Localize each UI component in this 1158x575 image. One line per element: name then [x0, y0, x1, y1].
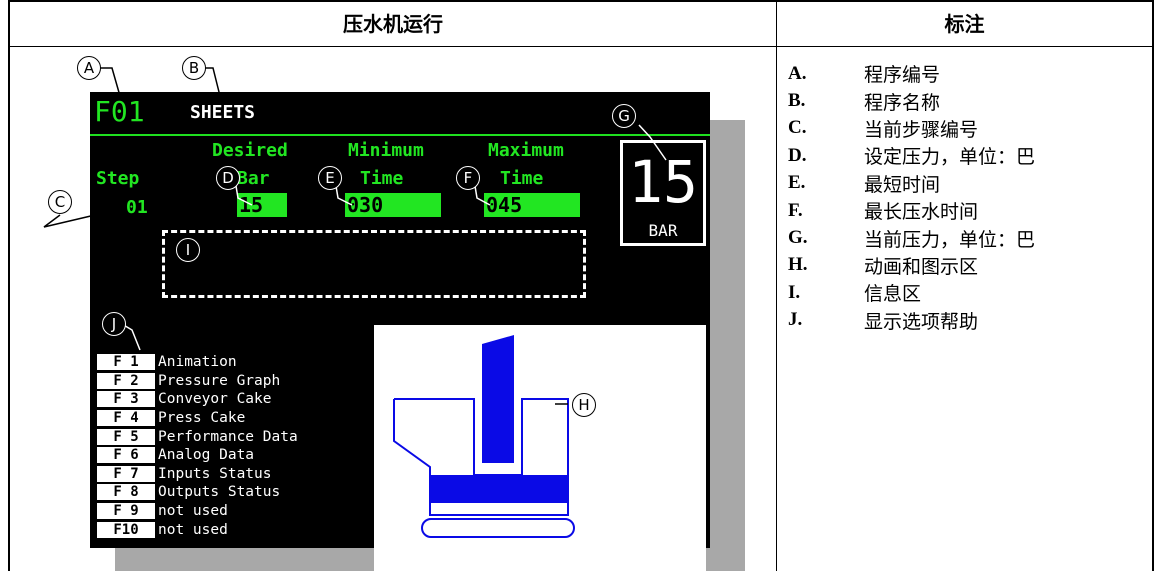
callout-marker: E	[318, 166, 342, 190]
function-key-label: Press Cake	[158, 410, 246, 427]
maximum-time-field[interactable]: 045	[484, 193, 580, 217]
function-key-label: Pressure Graph	[158, 372, 281, 389]
function-key-label: not used	[158, 503, 228, 520]
message-area	[162, 230, 586, 298]
left-column-title: 压水机运行	[343, 12, 443, 36]
legend-item: I. 信息区	[788, 279, 1035, 306]
callout-marker: I	[176, 238, 200, 262]
legend-list: A. 程序编号 B. 程序名称 C. 当前步骤编号 D. 设定压力，单位：巴 E. 最短时…	[788, 60, 1035, 334]
current-pressure-value: 15	[628, 148, 698, 216]
function-key-row[interactable]: F 9 not used	[97, 502, 298, 521]
function-key-tag[interactable]: F 3	[97, 391, 155, 408]
legend-letter: H.	[788, 254, 808, 276]
legend-text: 动画和图示区	[864, 255, 979, 278]
legend-letter: I.	[788, 281, 801, 303]
function-key-row[interactable]: F10 not used	[97, 520, 298, 539]
function-key-label: Analog Data	[158, 447, 255, 464]
step-label: Step	[96, 168, 140, 189]
callout-marker: F	[456, 166, 480, 190]
callout-marker: A	[77, 56, 101, 80]
legend-letter: A.	[788, 62, 807, 84]
right-column-title: 标注	[944, 12, 985, 36]
maximum-unit: Time	[500, 168, 544, 189]
screen-divider-line	[90, 134, 710, 136]
legend-item: D. 设定压力，单位：巴	[788, 142, 1035, 169]
function-key-row[interactable]: F 1 Animation	[97, 353, 298, 372]
function-key-row[interactable]: F 5 Performance Data	[97, 427, 298, 446]
legend-letter: J.	[788, 309, 803, 331]
legend-letter: E.	[788, 172, 806, 194]
legend-item: F. 最长压水时间	[788, 197, 1035, 224]
function-key-row[interactable]: F 4 Press Cake	[97, 409, 298, 428]
callout-marker: D	[216, 166, 240, 190]
function-key-row[interactable]: F 3 Conveyor Cake	[97, 390, 298, 409]
callout-marker: G	[612, 104, 636, 128]
legend-text: 最长压水时间	[864, 201, 979, 224]
legend-item: B. 程序名称	[788, 87, 1035, 114]
legend-letter: F.	[788, 199, 803, 221]
legend-text: 当前步骤编号	[864, 118, 979, 141]
step-value: 01	[126, 197, 148, 218]
legend-item: G. 当前压力，单位：巴	[788, 224, 1035, 251]
desired-header: Desired	[212, 140, 288, 161]
legend-item: C. 当前步骤编号	[788, 115, 1035, 142]
maximum-header: Maximum	[488, 140, 564, 161]
animation-area	[374, 325, 706, 571]
function-key-label: Inputs Status	[158, 465, 272, 482]
legend-text: 显示选项帮助	[864, 310, 979, 333]
function-key-label: Conveyor Cake	[158, 391, 272, 408]
function-key-tag[interactable]: F 1	[97, 354, 155, 371]
function-key-label: Performance Data	[158, 428, 298, 445]
legend-text: 程序名称	[864, 91, 941, 114]
function-key-tag[interactable]: F 8	[97, 484, 155, 501]
program-name: SHEETS	[190, 102, 256, 123]
legend-item: J. 显示选项帮助	[788, 307, 1035, 334]
legend-text: 设定压力，单位：巴	[864, 146, 1036, 169]
callout-marker: H	[572, 393, 596, 417]
pressure-unit-label: BAR	[623, 221, 703, 240]
desired-unit: Bar	[237, 168, 270, 189]
function-key-row[interactable]: F 7 Inputs Status	[97, 465, 298, 484]
current-pressure-box: 15 BAR	[620, 140, 706, 246]
function-key-tag[interactable]: F10	[97, 521, 155, 538]
function-key-label: Animation	[158, 354, 237, 371]
function-key-tag[interactable]: F 7	[97, 465, 155, 482]
legend-letter: B.	[788, 90, 806, 112]
column-divider	[776, 0, 777, 571]
function-key-row[interactable]: F 2 Pressure Graph	[97, 372, 298, 391]
function-key-tag[interactable]: F 5	[97, 428, 155, 445]
legend-item: E. 最短时间	[788, 170, 1035, 197]
press-base-plate	[421, 518, 575, 538]
desired-pressure-field[interactable]: 15	[237, 193, 287, 217]
legend-text: 最短时间	[864, 173, 941, 196]
legend-text: 程序编号	[864, 64, 941, 87]
function-key-label: Outputs Status	[158, 484, 281, 501]
minimum-time-field[interactable]: 030	[345, 193, 441, 217]
callout-marker: C	[48, 190, 72, 214]
legend-text: 当前压力，单位：巴	[864, 228, 1036, 251]
function-key-tag[interactable]: F 6	[97, 447, 155, 464]
function-key-list: F 1 Animation F 2 Pressure Graph F 3 Convey…	[97, 353, 298, 539]
legend-item: H. 动画和图示区	[788, 252, 1035, 279]
press-animation	[393, 335, 575, 538]
callout-marker: J	[102, 312, 126, 336]
callout-marker: B	[182, 56, 206, 80]
minimum-header: Minimum	[348, 140, 424, 161]
function-key-tag[interactable]: F 4	[97, 410, 155, 427]
legend-letter: D.	[788, 144, 807, 166]
legend-text: 信息区	[864, 283, 922, 306]
function-key-label: not used	[158, 521, 228, 538]
legend-letter: C.	[788, 117, 807, 139]
function-key-row[interactable]: F 6 Analog Data	[97, 446, 298, 465]
header-divider	[8, 46, 1154, 47]
minimum-unit: Time	[360, 168, 404, 189]
press-cake-fill	[431, 475, 567, 503]
legend-item: A. 程序编号	[788, 60, 1035, 87]
program-number: F01	[94, 95, 145, 128]
legend-letter: G.	[788, 227, 808, 249]
function-key-row[interactable]: F 8 Outputs Status	[97, 483, 298, 502]
function-key-tag[interactable]: F 2	[97, 372, 155, 389]
function-key-tag[interactable]: F 9	[97, 503, 155, 520]
press-ram-shape	[482, 335, 514, 463]
